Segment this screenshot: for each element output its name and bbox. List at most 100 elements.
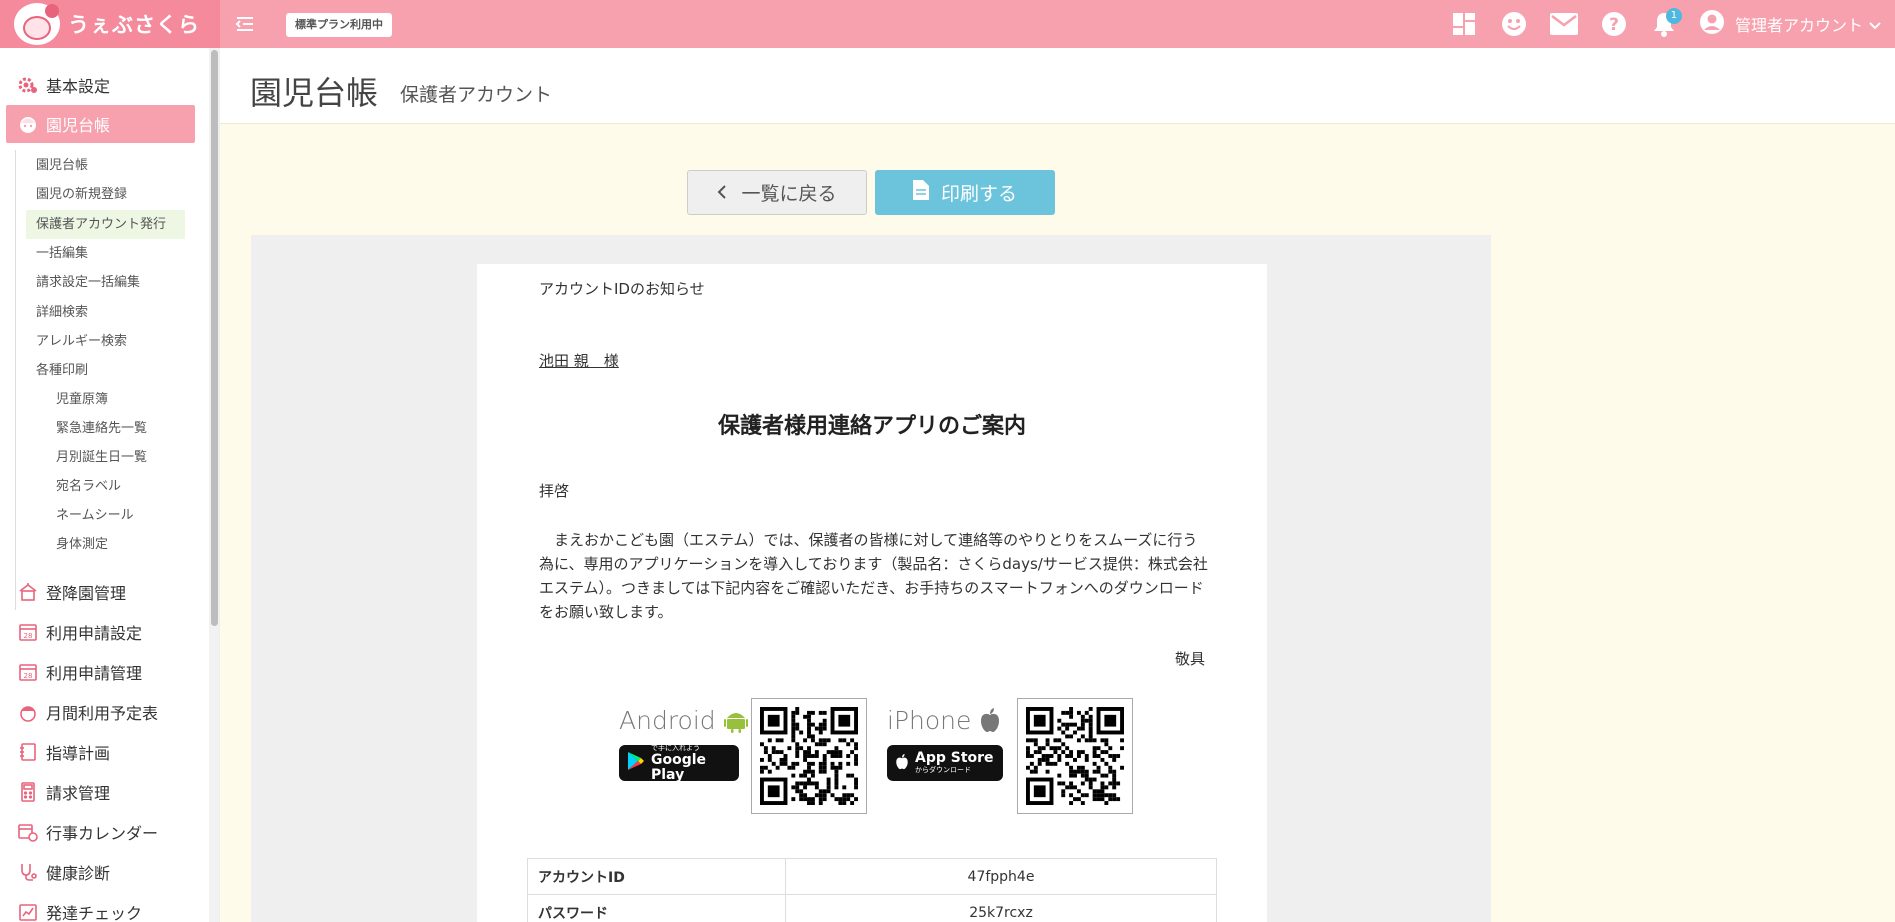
sidebar-subitem-emergency-contacts[interactable]: 緊急連絡先一覧 <box>46 414 186 443</box>
help-icon[interactable]: ? <box>1599 9 1629 39</box>
sidebar-subitem-body-measurement[interactable]: 身体測定 <box>46 530 186 559</box>
admin-account-menu[interactable]: 管理者アカウント <box>1699 9 1881 39</box>
sidebar-item-usage-request-management[interactable]: 28 利用申請管理 <box>6 653 195 691</box>
sidebar-subitem-bulk-edit[interactable]: 一括編集 <box>26 239 185 268</box>
stethoscope-icon <box>18 862 38 882</box>
sidebar-scrollbar[interactable] <box>209 48 219 922</box>
sidebar-subitem-child-record[interactable]: 児童原簿 <box>46 385 186 414</box>
letter-paper: アカウントIDのお知らせ 池田 親 様 保護者様用連絡アプリのご案内 拝啓 まえ… <box>477 264 1267 922</box>
sidebar-item-label: 園児台帳 <box>46 116 111 135</box>
calendar-icon: 28 <box>18 662 38 682</box>
sidebar-item-usage-request-settings[interactable]: 28 利用申請設定 <box>6 613 195 651</box>
sidebar-item-label: 基本設定 <box>46 77 111 96</box>
sidebar-item-label: 発達チェック <box>46 904 143 922</box>
menu-toggle-icon[interactable] <box>234 13 256 35</box>
print-preview-area: アカウントIDのお知らせ 池田 親 様 保護者様用連絡アプリのご案内 拝啓 まえ… <box>251 235 1491 922</box>
page-header: 園児台帳 保護者アカウント <box>220 48 1895 124</box>
sidebar-item-basic-settings[interactable]: 基本設定 <box>6 66 195 104</box>
sidebar-subitem-registry[interactable]: 園児台帳 <box>26 151 185 180</box>
app-store-badge[interactable]: App Store からダウンロード <box>887 745 1003 781</box>
iphone-store-block: iPhone App Store からダウンロード <box>887 698 1003 781</box>
account-id-value: 47fpph4e <box>785 858 1217 895</box>
child-face-icon <box>18 114 38 134</box>
user-avatar-icon <box>1699 9 1725 39</box>
chevron-down-icon <box>1869 15 1881 34</box>
plan-badge: 標準プラン利用中 <box>286 13 392 37</box>
app-store-badge-main: App Store <box>915 750 994 766</box>
main-content: 園児台帳 保護者アカウント 一覧に戻る 印刷する アカウントIDのお知らせ 池田… <box>220 48 1895 922</box>
sidebar-subitem-monthly-birthdays[interactable]: 月別誕生日一覧 <box>46 443 186 472</box>
letter-heading: 保護者様用連絡アプリのご案内 <box>717 414 1026 439</box>
dashboard-icon[interactable] <box>1449 9 1479 39</box>
gear-icon <box>18 75 38 95</box>
top-bar: うぇぶさくら 標準プラン利用中 ? 1 管理者アカウント <box>0 0 1895 48</box>
sidebar-subitem-allergy-search[interactable]: アレルギー検索 <box>26 327 185 356</box>
app-window: うぇぶさくら 標準プラン利用中 ? 1 管理者アカウント 基本設定 園児台帳 園… <box>0 0 1895 922</box>
notebook-icon <box>18 742 38 762</box>
brand[interactable]: うぇぶさくら <box>0 0 220 48</box>
sidebar-item-label: 行事カレンダー <box>46 824 159 843</box>
table-row: パスワード 25k7rcxz <box>527 894 1217 922</box>
sidebar-item-teaching-plan[interactable]: 指導計画 <box>6 733 195 771</box>
android-store-block: Android で手に入れよう Google Play <box>619 698 748 783</box>
sidebar-item-attendance[interactable]: 登降園管理 <box>6 573 195 611</box>
calendar-clock-icon <box>18 822 38 842</box>
print-button[interactable]: 印刷する <box>875 170 1055 215</box>
sidebar-item-label: 利用申請設定 <box>46 624 143 643</box>
sidebar-subitem-billing-bulk-edit[interactable]: 請求設定一括編集 <box>26 268 185 297</box>
sidebar-subitem-address-labels[interactable]: 宛名ラベル <box>46 472 186 501</box>
account-id-label: アカウントID <box>527 858 786 895</box>
sidebar-item-label: 月間利用予定表 <box>46 704 159 723</box>
calculator-icon <box>18 782 38 802</box>
android-robot-icon <box>723 707 748 733</box>
google-play-badge-main: Google Play <box>651 751 707 783</box>
admin-label: 管理者アカウント <box>1734 16 1863 35</box>
sidebar-item-children-registry[interactable]: 園児台帳 <box>6 105 195 143</box>
app-store-badge-sub: からダウンロード <box>915 766 971 774</box>
iphone-qr-code <box>1017 698 1133 814</box>
sidebar-item-monthly-schedule[interactable]: 月間利用予定表 <box>6 693 195 731</box>
password-value: 25k7rcxz <box>785 894 1217 922</box>
submenu-guide-line <box>15 150 16 610</box>
letter-closing: 敬具 <box>1174 650 1205 668</box>
sidebar-item-label: 指導計画 <box>46 744 111 763</box>
apple-small-icon <box>895 753 909 774</box>
sidebar-item-label: 利用申請管理 <box>46 664 143 683</box>
sidebar-subitem-name-stickers[interactable]: ネームシール <box>46 501 186 530</box>
brand-logo-icon <box>14 3 60 45</box>
sidebar-item-event-calendar[interactable]: 行事カレンダー <box>6 813 195 851</box>
calendar-icon: 28 <box>18 622 38 642</box>
sidebar-subitem-new-child[interactable]: 園児の新規登録 <box>26 180 185 209</box>
android-label: Android <box>619 705 716 735</box>
apple-logo-icon <box>979 707 1001 733</box>
password-label: パスワード <box>527 894 786 922</box>
notification-bell-icon[interactable]: 1 <box>1649 8 1682 39</box>
sidebar-subitem-detailed-search[interactable]: 詳細検索 <box>26 298 185 327</box>
table-row: アカウントID 47fpph4e <box>527 858 1217 895</box>
page-title: 園児台帳 <box>250 74 379 112</box>
letter-greeting: 拝啓 <box>539 482 570 500</box>
brand-name: うぇぶさくら <box>68 13 200 37</box>
sidebar-subitem-guardian-account[interactable]: 保護者アカウント発行 <box>26 210 185 239</box>
letter-body: まえおかこども園（エステム）では、保護者の皆様に対して連絡等のやりとりをスムーズ… <box>539 531 1208 621</box>
google-play-badge[interactable]: で手に入れよう Google Play <box>619 744 739 783</box>
page-subtitle: 保護者アカウント <box>400 84 553 106</box>
letter-recipient: 池田 親 様 <box>539 352 619 370</box>
sidebar-scrollbar-thumb[interactable] <box>211 50 218 626</box>
sidebar-item-label: 健康診断 <box>46 864 111 883</box>
svg-text:28: 28 <box>24 672 33 680</box>
back-to-list-button[interactable]: 一覧に戻る <box>687 170 867 215</box>
svg-text:?: ? <box>1609 15 1619 35</box>
google-play-icon <box>627 751 645 775</box>
mail-icon[interactable] <box>1549 9 1579 39</box>
letter-notice-title: アカウントIDのお知らせ <box>539 280 705 298</box>
svg-text:28: 28 <box>24 632 33 640</box>
sidebar-item-health-checkup[interactable]: 健康診断 <box>6 853 195 891</box>
print-button-label: 印刷する <box>940 183 1017 205</box>
sidebar-item-development-check[interactable]: 発達チェック <box>6 893 195 922</box>
school-icon <box>18 582 38 602</box>
sidebar-subitem-printing[interactable]: 各種印刷 <box>26 356 185 385</box>
sidebar-item-label: 登降園管理 <box>46 584 127 603</box>
sidebar-item-billing[interactable]: 請求管理 <box>6 773 195 811</box>
smiley-icon[interactable] <box>1499 9 1529 39</box>
